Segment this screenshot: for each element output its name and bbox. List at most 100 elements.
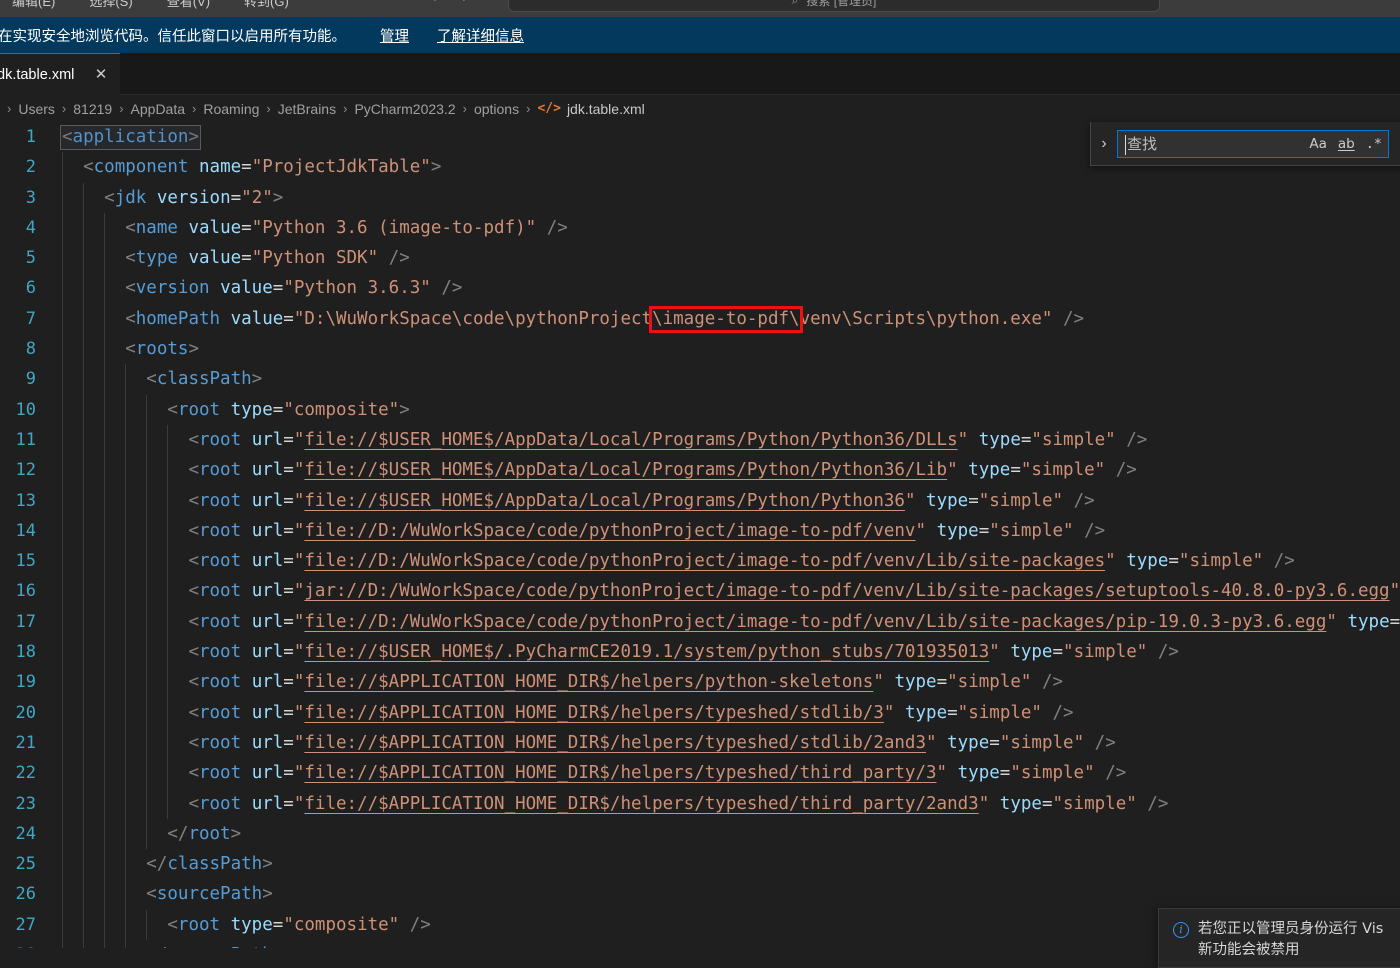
code-text: <root url="file://$USER_HOME$/AppData/Lo… xyxy=(62,455,1136,485)
token-link[interactable]: file://$USER_HOME$/.PyCharmCE2019.1/syst… xyxy=(304,642,989,662)
token-str: "simple" xyxy=(1010,763,1095,784)
notification-toast[interactable]: i 若您正以管理员身份运行 Vis 新功能会被禁用 xyxy=(1158,908,1400,968)
token-tag: root xyxy=(198,763,242,784)
token-punct: < xyxy=(188,611,199,632)
token-attr: type xyxy=(947,732,990,753)
whole-word-icon[interactable]: ab xyxy=(1338,137,1355,152)
code-line[interactable]: 18 <root url="file://$USER_HOME$/.PyChar… xyxy=(0,637,1400,668)
code-text: </classPath> xyxy=(62,849,273,879)
trust-manage-link[interactable]: 管理 xyxy=(380,25,409,46)
line-number: 16 xyxy=(15,581,36,602)
token-attr: type xyxy=(1010,642,1053,663)
breadcrumb-item-roaming[interactable]: Roaming xyxy=(203,101,259,117)
breadcrumb-item-file[interactable]: jdk.table.xml xyxy=(567,101,645,117)
menu-item-edit[interactable]: 编辑(E) xyxy=(12,0,55,10)
token-punct: < xyxy=(188,581,199,602)
tab-jdk-table-xml[interactable]: dk.table.xml ✕ xyxy=(0,53,120,95)
token-tag: component xyxy=(93,157,189,178)
code-text: <jdk version="2"> xyxy=(62,183,283,213)
code-line[interactable]: 20 <root url="file://$APPLICATION_HOME_D… xyxy=(0,697,1400,728)
token-punct: < xyxy=(83,157,94,178)
token-link[interactable]: file://D:/WuWorkSpace/code/pythonProject… xyxy=(304,551,1105,571)
token-str: " xyxy=(978,793,990,814)
code-line[interactable]: 16 <root url="jar://D:/WuWorkSpace/code/… xyxy=(0,576,1400,607)
menu-item-view[interactable]: 查看(V) xyxy=(167,0,210,10)
find-widget[interactable]: › 查找 Aa ab .* xyxy=(1090,122,1400,166)
code-line[interactable]: 6 <version value="Python 3.6.3" /> xyxy=(0,273,1400,304)
trust-learn-more-link[interactable]: 了解详细信息 xyxy=(437,25,524,46)
breadcrumb-separator: › xyxy=(343,101,348,116)
code-line[interactable]: 14 <root url="file://D:/WuWorkSpace/code… xyxy=(0,515,1400,547)
token-link[interactable]: file://D:/WuWorkSpace/code/pythonProject… xyxy=(304,612,1326,632)
breadcrumb-item-jetbrains[interactable]: JetBrains xyxy=(278,101,336,117)
token-link[interactable]: file://$USER_HOME$/AppData/Local/Program… xyxy=(304,430,957,450)
find-input-wrapper[interactable]: 查找 Aa ab .* xyxy=(1117,129,1389,158)
breadcrumb-item-appdata[interactable]: AppData xyxy=(131,101,185,117)
code-text: <root url="file://$USER_HOME$/.PyCharmCE… xyxy=(62,637,1179,667)
token-eq: = xyxy=(230,187,242,208)
token-str: " xyxy=(904,490,916,511)
token-link[interactable]: file://$APPLICATION_HOME_DIR$/helpers/ty… xyxy=(304,794,978,814)
token-eq: = xyxy=(272,399,284,420)
code-editor[interactable]: 1 <application> 2 <component name="Project… xyxy=(0,122,1400,953)
line-number: 23 xyxy=(15,793,36,814)
code-line[interactable]: 8 <roots> xyxy=(0,334,1400,365)
code-line[interactable]: 25 </classPath> xyxy=(0,849,1400,880)
code-line[interactable]: 10 <root type="composite"> xyxy=(0,394,1400,425)
token-link[interactable]: file://$APPLICATION_HOME_DIR$/helpers/ty… xyxy=(304,703,883,723)
token-str: " xyxy=(1326,611,1337,632)
code-text: <roots> xyxy=(62,334,199,364)
line-number: 18 xyxy=(15,642,36,663)
code-line[interactable]: 3 <jdk version="2"> xyxy=(0,182,1400,213)
code-line[interactable]: 19 <root url="file://$APPLICATION_HOME_D… xyxy=(0,667,1400,698)
token-link[interactable]: file://$USER_HOME$/AppData/Local/Program… xyxy=(304,460,947,480)
code-line[interactable]: 17 <root url="file://D:/WuWorkSpace/code… xyxy=(0,606,1400,638)
token-link[interactable]: file://D:/WuWorkSpace/code/pythonProject… xyxy=(304,521,915,541)
menu-bar: 编辑(E) 选择(S) 查看(V) 转到(G) ‹ › ⌕ 搜索 [管理员] xyxy=(0,0,1400,17)
token-link[interactable]: jar://D:/WuWorkSpace/code/pythonProject/… xyxy=(304,581,1389,601)
code-line[interactable]: 26 <sourcePath> xyxy=(0,879,1400,910)
token-link[interactable]: file://$USER_HOME$/AppData/Local/Program… xyxy=(304,491,905,511)
token-link[interactable]: file://$APPLICATION_HOME_DIR$/helpers/ty… xyxy=(304,733,926,753)
token-punct: > xyxy=(262,854,273,875)
code-line[interactable]: 22 <root url="file://$APPLICATION_HOME_D… xyxy=(0,758,1400,789)
code-line[interactable]: 9 <classPath> xyxy=(0,364,1400,395)
code-line[interactable]: 5 <type value="Python SDK" /> xyxy=(0,243,1400,274)
code-line[interactable]: 15 <root url="file://D:/WuWorkSpace/code… xyxy=(0,546,1400,577)
line-number: 1 xyxy=(25,127,36,147)
menu-item-selection[interactable]: 选择(S) xyxy=(89,0,132,10)
code-line[interactable]: 24 </root> xyxy=(0,818,1400,850)
token-link[interactable]: file://$APPLICATION_HOME_DIR$/helpers/ty… xyxy=(304,763,936,783)
code-line[interactable]: 11 <root url="file://$USER_HOME$/AppData… xyxy=(0,424,1400,456)
code-line[interactable]: 4 <name value="Python 3.6 (image-to-pdf)… xyxy=(0,212,1400,244)
code-text: <root url="file://D:/WuWorkSpace/code/py… xyxy=(62,546,1294,576)
menu-item-go[interactable]: 转到(G) xyxy=(244,0,289,10)
code-line[interactable]: 12 <root url="file://$USER_HOME$/AppData… xyxy=(0,455,1400,486)
token-punct: < xyxy=(188,520,199,541)
breadcrumb-item-81219[interactable]: 81219 xyxy=(73,101,112,117)
code-line[interactable]: 7 <homePath value="D:\WuWorkSpace\code\p… xyxy=(0,303,1400,335)
breadcrumb-item-pycharm[interactable]: PyCharm2023.2 xyxy=(354,101,455,117)
code-line[interactable]: 21 <root url="file://$APPLICATION_HOME_D… xyxy=(0,727,1400,759)
breadcrumb-item-options[interactable]: options xyxy=(474,101,519,117)
command-center[interactable]: ⌕ 搜索 [管理员] xyxy=(508,0,1160,12)
code-line[interactable]: 23 <root url="file://$APPLICATION_HOME_D… xyxy=(0,788,1400,819)
breadcrumb-item-users[interactable]: Users xyxy=(18,101,55,117)
chevron-right-icon[interactable]: › xyxy=(1091,122,1117,166)
token-attr: url xyxy=(251,702,284,723)
match-case-icon[interactable]: Aa xyxy=(1309,137,1327,152)
code-line[interactable]: 13 <root url="file://$USER_HOME$/AppData… xyxy=(0,485,1400,516)
back-arrow-icon[interactable]: ‹ xyxy=(432,0,436,5)
token-str: " xyxy=(293,763,305,784)
regex-icon[interactable]: .* xyxy=(1366,137,1382,152)
menu-bar-items: 编辑(E) 选择(S) 查看(V) 转到(G) xyxy=(12,0,289,10)
token-punct: > xyxy=(230,823,242,844)
close-icon[interactable]: ✕ xyxy=(92,66,110,84)
code-lines: 1 <application> 2 <component name="Project… xyxy=(0,122,1400,953)
forward-arrow-icon[interactable]: › xyxy=(462,0,466,5)
token-link[interactable]: file://$APPLICATION_HOME_DIR$/helpers/py… xyxy=(304,672,873,692)
